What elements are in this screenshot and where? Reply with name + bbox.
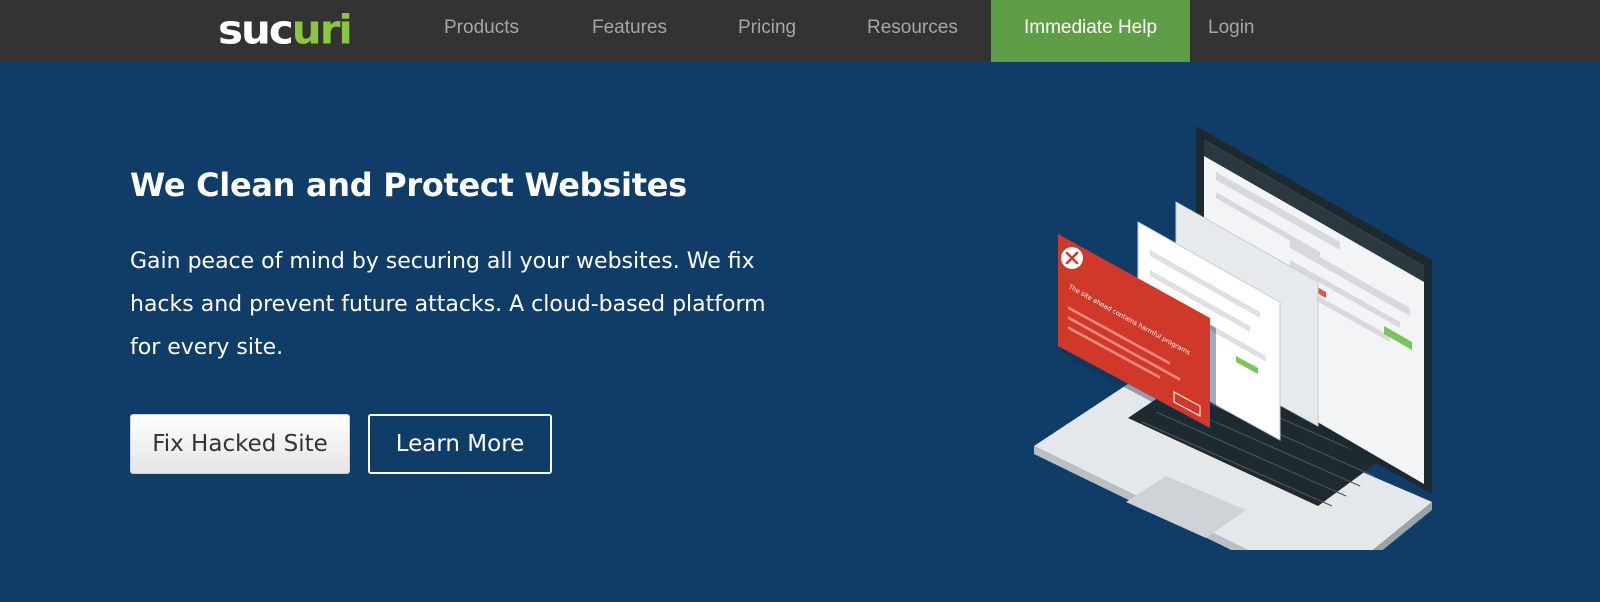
nav-login[interactable]: Login xyxy=(1208,0,1255,62)
hero-description: Gain peace of mind by securing all your … xyxy=(130,249,766,360)
fix-hacked-site-button[interactable]: Fix Hacked Site xyxy=(130,414,350,474)
hero-section: We Clean and Protect Websites Gain peace… xyxy=(0,62,1600,602)
logo-text-accent: uri xyxy=(291,6,353,53)
nav-pricing[interactable]: Pricing xyxy=(738,0,796,62)
nav-immediate-help-button[interactable]: Immediate Help xyxy=(991,0,1190,62)
hero-title: We Clean and Protect Websites xyxy=(130,166,687,204)
nav-products[interactable]: Products xyxy=(444,0,519,62)
nav-resources[interactable]: Resources xyxy=(867,0,958,62)
top-navigation-bar: sucuri Products Features Pricing Resourc… xyxy=(0,0,1600,62)
nav-features[interactable]: Features xyxy=(592,0,667,62)
laptop-security-illustration: The site ahead contains harmful programs xyxy=(1034,126,1432,550)
learn-more-button[interactable]: Learn More xyxy=(368,414,552,474)
logo-text-main: suc xyxy=(218,6,294,53)
sucuri-logo[interactable]: sucuri xyxy=(218,6,353,53)
